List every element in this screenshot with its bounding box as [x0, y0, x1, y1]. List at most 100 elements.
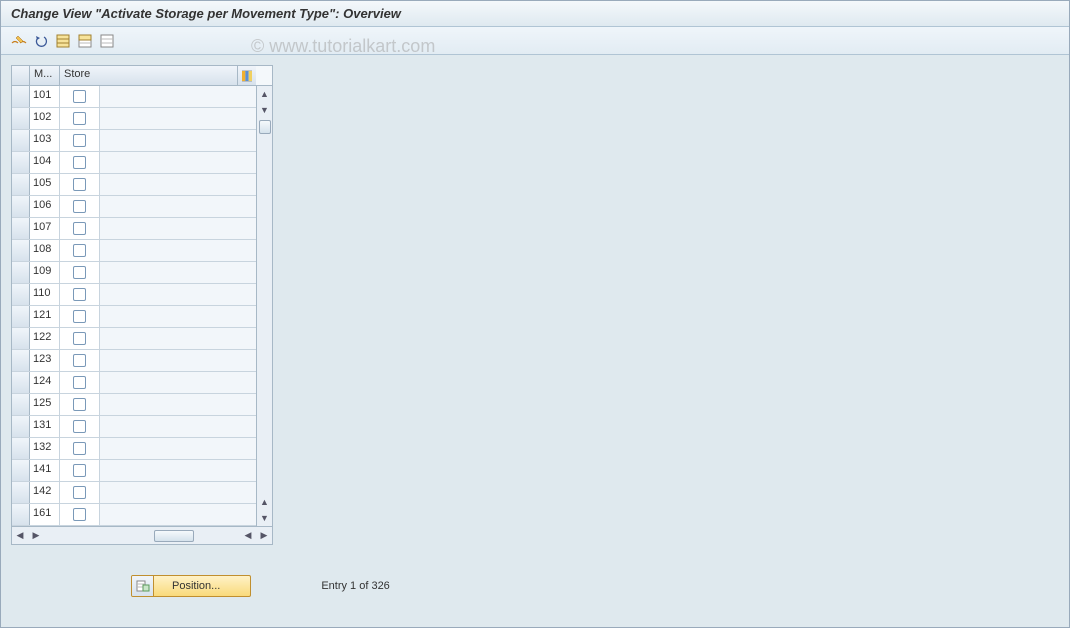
row-selector[interactable]	[12, 284, 30, 305]
cell-empty	[100, 416, 256, 437]
store-checkbox[interactable]	[73, 266, 86, 279]
row-selector[interactable]	[12, 306, 30, 327]
hscroll-thumb[interactable]	[154, 530, 194, 542]
row-selector[interactable]	[12, 350, 30, 371]
configure-columns-button[interactable]	[238, 66, 256, 85]
row-selector[interactable]	[12, 108, 30, 129]
cell-m: 109	[30, 262, 60, 283]
row-selector[interactable]	[12, 152, 30, 173]
select-block-button[interactable]	[75, 31, 95, 51]
store-checkbox[interactable]	[73, 376, 86, 389]
store-checkbox[interactable]	[73, 420, 86, 433]
row-selector[interactable]	[12, 460, 30, 481]
cell-m: 161	[30, 504, 60, 525]
scroll-down-button[interactable]: ▼	[258, 511, 272, 525]
store-checkbox[interactable]	[73, 354, 86, 367]
table-row: 122	[12, 328, 256, 350]
cell-store	[60, 416, 100, 437]
undo-button[interactable]	[31, 31, 51, 51]
table-row: 121	[12, 306, 256, 328]
store-checkbox[interactable]	[73, 156, 86, 169]
row-selector[interactable]	[12, 328, 30, 349]
row-selector[interactable]	[12, 372, 30, 393]
cell-store	[60, 218, 100, 239]
scroll-thumb[interactable]	[259, 120, 271, 134]
store-checkbox[interactable]	[73, 134, 86, 147]
deselect-all-button[interactable]	[97, 31, 117, 51]
select-all-button[interactable]	[53, 31, 73, 51]
table-row: 142	[12, 482, 256, 504]
cell-store	[60, 328, 100, 349]
store-checkbox[interactable]	[73, 200, 86, 213]
cell-empty	[100, 130, 256, 151]
scroll-up-button[interactable]: ▲	[258, 87, 272, 101]
scroll-first-button[interactable]: ◀	[12, 528, 28, 544]
scroll-left-button[interactable]: ▶	[28, 528, 44, 544]
hscroll-track[interactable]	[44, 529, 240, 543]
column-header-m[interactable]: M...	[30, 66, 60, 85]
vertical-scrollbar[interactable]: ▲ ▼ ▲ ▼	[256, 86, 272, 526]
scroll-last-button[interactable]: ▶	[256, 528, 272, 544]
cell-store	[60, 240, 100, 261]
table-row: 108	[12, 240, 256, 262]
row-selector[interactable]	[12, 196, 30, 217]
row-selector[interactable]	[12, 86, 30, 107]
row-selector[interactable]	[12, 482, 30, 503]
store-checkbox[interactable]	[73, 222, 86, 235]
grid-header: M... Store	[12, 66, 272, 86]
cell-m: 132	[30, 438, 60, 459]
row-selector[interactable]	[12, 174, 30, 195]
store-checkbox[interactable]	[73, 310, 86, 323]
entry-counter: Entry 1 of 326	[321, 580, 390, 592]
cell-m: 123	[30, 350, 60, 371]
cell-m: 107	[30, 218, 60, 239]
cell-empty	[100, 328, 256, 349]
row-selector[interactable]	[12, 394, 30, 415]
cell-empty	[100, 196, 256, 217]
cell-m: 102	[30, 108, 60, 129]
toolbar	[1, 27, 1069, 55]
content-area: M... Store 10110210310410510610710810911…	[1, 55, 1069, 607]
store-checkbox[interactable]	[73, 90, 86, 103]
cell-store	[60, 394, 100, 415]
position-button[interactable]: Position...	[131, 575, 251, 597]
store-checkbox[interactable]	[73, 112, 86, 125]
row-selector[interactable]	[12, 130, 30, 151]
scroll-down-step-button[interactable]: ▼	[258, 103, 272, 117]
cell-empty	[100, 460, 256, 481]
store-checkbox[interactable]	[73, 508, 86, 521]
cell-m: 103	[30, 130, 60, 151]
store-checkbox[interactable]	[73, 332, 86, 345]
store-checkbox[interactable]	[73, 178, 86, 191]
table-row: 110	[12, 284, 256, 306]
row-selector[interactable]	[12, 262, 30, 283]
scroll-up-page-button[interactable]: ▲	[258, 495, 272, 509]
store-checkbox[interactable]	[73, 244, 86, 257]
cell-empty	[100, 482, 256, 503]
row-selector[interactable]	[12, 240, 30, 261]
cell-m: 122	[30, 328, 60, 349]
cell-store	[60, 438, 100, 459]
store-checkbox[interactable]	[73, 288, 86, 301]
table-row: 101	[12, 86, 256, 108]
cell-empty	[100, 86, 256, 107]
scroll-right-button[interactable]: ◀	[240, 528, 256, 544]
horizontal-scrollbar[interactable]: ◀ ▶ ◀ ▶	[12, 526, 272, 544]
row-selector[interactable]	[12, 218, 30, 239]
row-selector[interactable]	[12, 416, 30, 437]
data-grid: M... Store 10110210310410510610710810911…	[11, 65, 273, 545]
store-checkbox[interactable]	[73, 464, 86, 477]
store-checkbox[interactable]	[73, 398, 86, 411]
cell-empty	[100, 438, 256, 459]
select-all-rows-corner[interactable]	[12, 66, 30, 85]
toggle-change-button[interactable]	[9, 31, 29, 51]
footer: Position... Entry 1 of 326	[11, 575, 1059, 597]
row-selector[interactable]	[12, 504, 30, 525]
store-checkbox[interactable]	[73, 486, 86, 499]
cell-empty	[100, 174, 256, 195]
grid-rows: 1011021031041051061071081091101211221231…	[12, 86, 256, 526]
column-header-store[interactable]: Store	[60, 66, 238, 85]
table-row: 141	[12, 460, 256, 482]
row-selector[interactable]	[12, 438, 30, 459]
store-checkbox[interactable]	[73, 442, 86, 455]
